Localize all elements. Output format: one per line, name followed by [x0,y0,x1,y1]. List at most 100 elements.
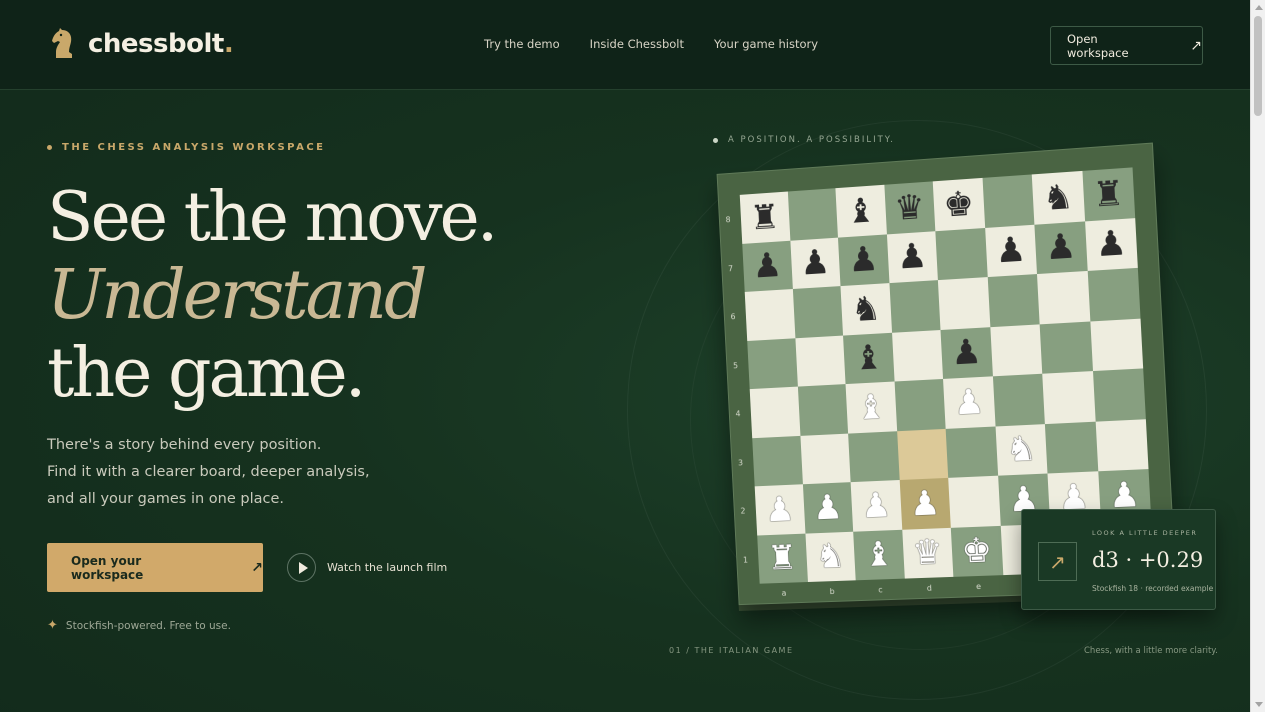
square-d5[interactable] [891,329,944,382]
nav-game-history[interactable]: Your game history [714,37,818,51]
black-rook-icon[interactable]: ♜ [749,197,780,238]
square-g7[interactable]: ♟ [1034,220,1088,275]
white-knight-icon[interactable]: ♞ [1005,429,1038,471]
black-pawn-icon[interactable]: ♟ [1044,226,1077,268]
black-pawn-icon[interactable]: ♟ [752,246,783,287]
square-c2[interactable]: ♟ [850,480,902,532]
square-b8[interactable] [787,188,838,241]
square-d8[interactable]: ♛ [883,181,936,234]
square-f3[interactable]: ♞ [995,423,1048,476]
square-g3[interactable] [1044,421,1098,474]
square-a6[interactable] [744,289,795,341]
square-e5[interactable]: ♟ [940,326,993,379]
square-e2[interactable] [948,475,1001,528]
black-pawn-icon[interactable]: ♟ [847,239,879,281]
square-b3[interactable] [799,433,851,485]
square-b5[interactable] [794,335,846,387]
square-d7[interactable]: ♟ [886,230,938,284]
scroll-thumb[interactable] [1254,16,1262,116]
white-rook-icon[interactable]: ♜ [767,538,798,579]
open-your-workspace-button[interactable]: Open your workspace ↗ [47,543,263,592]
square-e3[interactable] [945,426,998,478]
white-queen-icon[interactable]: ♛ [911,532,943,573]
square-h3[interactable] [1095,418,1149,472]
white-pawn-icon[interactable]: ♟ [909,483,941,524]
scroll-down-icon[interactable] [1255,702,1263,707]
white-pawn-icon[interactable]: ♟ [953,382,986,424]
square-h5[interactable] [1089,318,1144,372]
white-bishop-icon[interactable]: ♝ [863,534,895,575]
square-h4[interactable] [1092,368,1146,422]
square-g8[interactable]: ♞ [1031,170,1085,225]
black-pawn-icon[interactable]: ♟ [950,332,982,374]
watch-film-button[interactable]: Watch the launch film [287,553,447,582]
square-c4[interactable]: ♝ [845,381,897,434]
square-b4[interactable] [797,384,849,436]
square-c6[interactable]: ♞ [840,283,892,336]
square-c1[interactable]: ♝ [853,529,905,581]
brand-logo[interactable]: chessbolt. [50,28,234,60]
square-c3[interactable] [848,430,900,483]
white-king-icon[interactable]: ♚ [960,531,993,572]
black-bishop-icon[interactable]: ♝ [845,190,877,232]
square-f7[interactable]: ♟ [984,224,1037,278]
square-b2[interactable]: ♟ [802,482,854,534]
white-knight-icon[interactable]: ♞ [814,536,846,577]
black-king-icon[interactable]: ♚ [942,183,974,225]
white-pawn-icon[interactable]: ♟ [860,485,892,526]
square-a4[interactable] [749,386,800,438]
scroll-up-icon[interactable] [1255,5,1263,10]
square-a3[interactable] [752,435,803,487]
black-rook-icon[interactable]: ♜ [1092,173,1125,216]
square-d4[interactable] [894,378,946,431]
black-pawn-icon[interactable]: ♟ [799,242,831,283]
square-a7[interactable]: ♟ [742,240,793,292]
square-e1[interactable]: ♚ [950,525,1003,577]
square-a8[interactable]: ♜ [739,191,790,244]
square-b1[interactable]: ♞ [804,531,856,583]
white-pawn-icon[interactable]: ♟ [764,489,795,530]
square-f4[interactable] [992,373,1045,427]
file-label: c [878,585,883,595]
square-a2[interactable]: ♟ [754,484,805,536]
white-pawn-icon[interactable]: ♟ [1108,474,1141,516]
square-e4[interactable]: ♟ [943,376,996,429]
square-a5[interactable] [747,337,798,390]
open-workspace-button[interactable]: Open workspace ↗ [1050,26,1203,65]
square-g5[interactable] [1039,321,1093,374]
square-g6[interactable] [1036,270,1090,324]
square-c7[interactable]: ♟ [837,233,889,287]
rank-label: 7 [727,263,734,274]
nav-try-demo[interactable]: Try the demo [484,37,560,51]
square-d3[interactable] [896,428,949,481]
square-b6[interactable] [792,286,844,338]
square-h6[interactable] [1087,267,1141,322]
nav-inside-chessbolt[interactable]: Inside Chessbolt [590,37,684,51]
black-knight-icon[interactable]: ♞ [1042,176,1075,218]
square-h8[interactable]: ♜ [1081,167,1136,221]
square-a1[interactable]: ♜ [757,533,808,584]
square-c8[interactable]: ♝ [835,184,887,238]
square-f8[interactable] [982,174,1035,228]
black-queen-icon[interactable]: ♛ [893,187,925,229]
square-b7[interactable]: ♟ [789,237,841,290]
square-g4[interactable] [1042,371,1096,424]
black-knight-icon[interactable]: ♞ [850,288,882,329]
square-f6[interactable] [987,274,1040,327]
square-d2[interactable]: ♟ [899,477,951,530]
white-pawn-icon[interactable]: ♟ [812,487,844,528]
black-pawn-icon[interactable]: ♟ [994,230,1027,272]
white-bishop-icon[interactable]: ♝ [855,387,887,428]
square-d1[interactable]: ♛ [901,527,954,579]
square-d6[interactable] [888,280,941,333]
black-bishop-icon[interactable]: ♝ [853,338,885,379]
square-h7[interactable]: ♟ [1084,217,1138,271]
square-c5[interactable]: ♝ [843,332,895,385]
square-e6[interactable] [937,277,990,330]
square-f5[interactable] [989,323,1043,377]
black-pawn-icon[interactable]: ♟ [1094,223,1127,265]
square-e8[interactable]: ♚ [932,177,985,231]
black-pawn-icon[interactable]: ♟ [896,236,928,278]
square-e7[interactable] [935,227,988,281]
page-scrollbar[interactable] [1250,0,1265,712]
